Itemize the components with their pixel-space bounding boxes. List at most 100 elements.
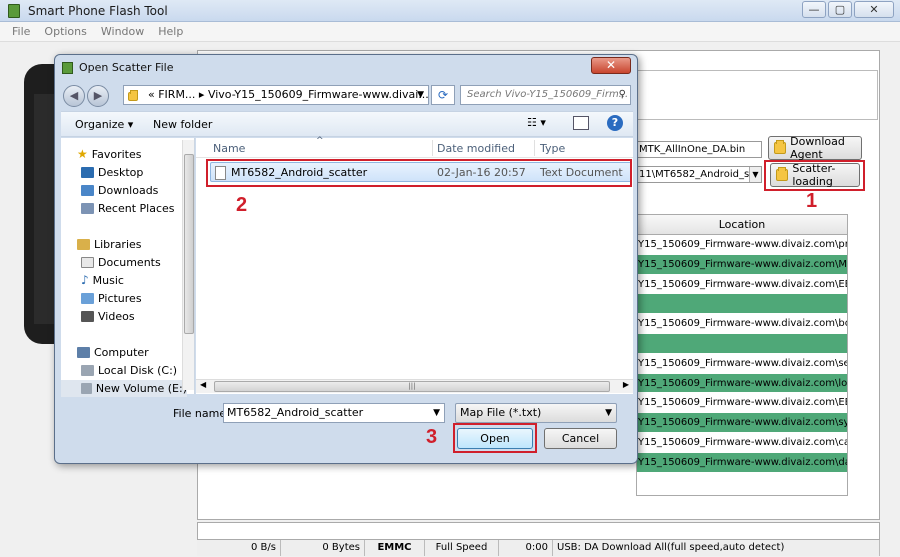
scroll-left-icon[interactable]: ◀ (200, 380, 206, 389)
chevron-down-icon[interactable]: ▼ (605, 404, 612, 422)
status-time: 0:00 (499, 540, 553, 556)
location-row[interactable]: Y15_150609_Firmware-www.divaiz.com\syst.… (637, 413, 847, 433)
organize-button[interactable]: Organize ▾ (75, 118, 133, 131)
file-type-value: Map File (*.txt) (460, 406, 542, 419)
chevron-down-icon[interactable]: ▼ (417, 86, 424, 104)
menu-options[interactable]: Options (44, 25, 86, 38)
menu-file[interactable]: File (12, 25, 30, 38)
nav-favorites[interactable]: ★ Favorites (77, 146, 141, 162)
dialog-title: Open Scatter File (79, 61, 174, 74)
minimize-button[interactable]: — (802, 1, 826, 18)
downloads-icon (81, 184, 94, 196)
app-title: Smart Phone Flash Tool (28, 4, 168, 18)
info-box (620, 70, 878, 120)
nav-computer-label: Computer (94, 345, 149, 359)
file-type-select[interactable]: Map File (*.txt) ▼ (455, 403, 617, 423)
menu-help[interactable]: Help (158, 25, 183, 38)
nav-new-volume[interactable]: New Volume (E:) (61, 380, 187, 397)
nav-downloads-label: Downloads (98, 183, 159, 197)
nav-pictures[interactable]: Pictures (81, 290, 142, 306)
nav-scrollbar[interactable] (182, 140, 194, 390)
nav-recent-places[interactable]: Recent Places (81, 200, 175, 216)
column-date[interactable]: Date modified (437, 142, 515, 155)
marker-3: 3 (426, 426, 438, 448)
nav-libraries[interactable]: Libraries (77, 236, 142, 252)
nav-downloads[interactable]: Downloads (81, 182, 158, 198)
nav-computer[interactable]: Computer (77, 344, 149, 360)
open-scatter-file-dialog: Open Scatter File ✕ ◀ ▶ « FIRM... ▸ Vivo… (54, 54, 638, 464)
location-row[interactable] (637, 294, 847, 315)
location-row[interactable]: Y15_150609_Firmware-www.divaiz.com\log..… (637, 373, 847, 394)
nav-local-disk[interactable]: Local Disk (C:) (81, 362, 177, 378)
file-list-header: Name ^ Date modified Type (196, 136, 633, 158)
location-row[interactable]: Y15_150609_Firmware-www.divaiz.com\boo..… (637, 314, 847, 334)
file-list-scrollbar[interactable]: ◀ ||| ▶ (196, 379, 633, 393)
download-agent-field[interactable]: MTK_AllInOne_DA.bin (636, 141, 762, 158)
libraries-icon (77, 238, 90, 250)
folder-icon (128, 89, 138, 104)
address-prefix: « FIRM... (148, 88, 196, 101)
download-agent-button[interactable]: Download Agent (768, 135, 862, 161)
location-table: Location Y15_150609_Firmware-www.divaiz.… (636, 214, 848, 496)
highlight-scatter-loading (764, 160, 865, 191)
chevron-down-icon[interactable]: ▼ (433, 404, 440, 422)
dialog-close-button[interactable]: ✕ (591, 57, 631, 74)
status-usb: USB: DA Download All(full speed,auto det… (553, 540, 880, 556)
location-row[interactable] (637, 333, 847, 354)
nav-desktop-label: Desktop (98, 165, 144, 179)
column-type[interactable]: Type (540, 142, 565, 155)
location-row[interactable]: Y15_150609_Firmware-www.divaiz.com\MBR (637, 254, 847, 275)
status-mode: Full Speed (425, 540, 499, 556)
location-row[interactable]: Y15_150609_Firmware-www.divaiz.com\prel.… (637, 235, 847, 255)
address-path: Vivo-Y15_150609_Firmware-www.divai... (207, 88, 429, 101)
status-bytes: 0 Bytes (281, 540, 365, 556)
nav-desktop[interactable]: Desktop (81, 164, 143, 180)
maximize-button[interactable]: ▢ (828, 1, 852, 18)
location-row[interactable]: Y15_150609_Firmware-www.divaiz.com\EBR1 (637, 274, 847, 295)
status-storage: EMMC (365, 540, 425, 556)
videos-icon (81, 310, 94, 322)
nav-local-disk-label: Local Disk (C:) (98, 363, 178, 377)
help-icon[interactable]: ? (607, 115, 623, 131)
close-button[interactable]: ✕ (854, 1, 894, 18)
view-options-icon[interactable]: ☷ ▾ (527, 116, 546, 129)
nav-videos[interactable]: Videos (81, 308, 135, 324)
nav-recent-label: Recent Places (98, 201, 175, 215)
desktop-icon (81, 166, 94, 178)
scroll-right-icon[interactable]: ▶ (623, 380, 629, 389)
chevron-down-icon[interactable]: ▼ (749, 167, 761, 182)
location-row[interactable]: Y15_150609_Firmware-www.divaiz.com\EBR2 (637, 393, 847, 414)
computer-icon (77, 346, 90, 358)
nav-music-label: Music (92, 273, 124, 287)
scatter-file-value: 11\MT6582_Android_scat (639, 169, 762, 180)
forward-arrow-icon[interactable]: ▶ (87, 85, 109, 107)
refresh-icon[interactable]: ⟳ (431, 85, 455, 105)
nav-documents[interactable]: Documents (81, 254, 161, 270)
location-row[interactable]: Y15_150609_Firmware-www.divaiz.com\secr.… (637, 353, 847, 374)
status-bar: 0 B/s 0 Bytes EMMC Full Speed 0:00 USB: … (197, 539, 880, 556)
location-row[interactable]: Y15_150609_Firmware-www.divaiz.com\dat..… (637, 452, 847, 473)
nav-music[interactable]: ♪ Music (81, 272, 124, 288)
address-bar[interactable]: « FIRM... ▸ Vivo-Y15_150609_Firmware-www… (123, 85, 429, 105)
location-row[interactable]: Y15_150609_Firmware-www.divaiz.com\cac..… (637, 432, 847, 453)
marker-1: 1 (806, 190, 818, 212)
highlight-scatter-file (206, 159, 632, 187)
preview-pane-icon[interactable] (573, 116, 589, 130)
file-name-value: MT6582_Android_scatter (227, 406, 364, 419)
sort-up-icon: ^ (316, 136, 324, 146)
file-name-input[interactable]: MT6582_Android_scatter ▼ (223, 403, 445, 423)
app-titlebar: Smart Phone Flash Tool — ▢ ✕ (0, 0, 900, 22)
address-sep-icon: ▸ (198, 88, 208, 101)
cancel-button[interactable]: Cancel (544, 428, 617, 449)
column-name[interactable]: Name (213, 142, 245, 155)
menu-window[interactable]: Window (101, 25, 144, 38)
new-folder-button[interactable]: New folder (153, 118, 212, 131)
scatter-file-field[interactable]: 11\MT6582_Android_scat ▼ (636, 166, 762, 183)
recent-places-icon (81, 202, 94, 214)
back-arrow-icon[interactable]: ◀ (63, 85, 85, 107)
address-row: ◀ ▶ « FIRM... ▸ Vivo-Y15_150609_Firmware… (61, 83, 633, 109)
pictures-icon (81, 292, 94, 304)
search-placeholder: Search Vivo-Y15_150609_Firm... (467, 89, 629, 100)
search-input[interactable]: Search Vivo-Y15_150609_Firm... ⚲ (460, 85, 631, 105)
disk-icon (81, 364, 94, 376)
